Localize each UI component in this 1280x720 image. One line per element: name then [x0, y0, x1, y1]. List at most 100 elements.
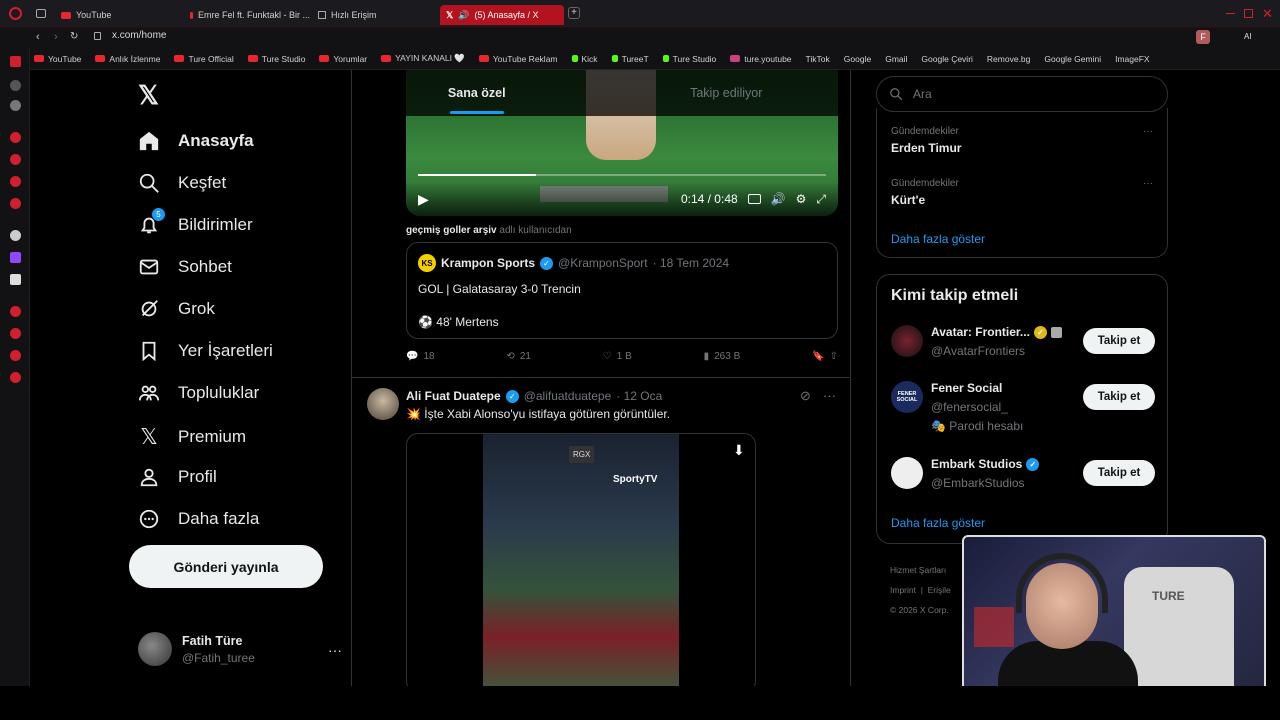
bookmark-google-gemini[interactable]: Google Gemini	[1044, 54, 1101, 64]
play-icon[interactable]: ▶	[418, 191, 429, 208]
nav-notifications[interactable]: 5 Bildirimler	[138, 208, 253, 236]
avatar[interactable]	[891, 325, 923, 357]
x-app-icon[interactable]	[10, 274, 21, 285]
follow-button[interactable]: Takip et	[1083, 384, 1155, 410]
nav-messages[interactable]: Sohbet	[138, 256, 232, 278]
avatar[interactable]: FENER SOCIAL	[891, 381, 923, 413]
history-icon[interactable]	[10, 328, 21, 339]
red-app-icon[interactable]	[10, 306, 21, 317]
search-bar[interactable]	[876, 76, 1168, 112]
nav-home[interactable]: Anasayfa	[138, 130, 254, 152]
bookmark-button[interactable]: 🔖 ⇧	[812, 351, 838, 362]
follow-button[interactable]: Takip et	[1083, 460, 1155, 486]
fullscreen-icon[interactable]: ⤢	[816, 192, 826, 207]
tab-speed-dial[interactable]: Hızlı Erişim	[312, 5, 434, 25]
reply-button[interactable]: 💬 18	[406, 351, 435, 362]
bookmark-ture-studio-kick[interactable]: Ture Studio	[662, 54, 716, 64]
grok-icon[interactable]: ⊘	[800, 388, 811, 404]
follow-button[interactable]: Takip et	[1083, 328, 1155, 354]
avatar[interactable]	[367, 388, 399, 420]
video-thumbnail[interactable]: RGX SportyTV	[483, 434, 679, 686]
avatar[interactable]	[891, 457, 923, 489]
maximize-icon[interactable]	[1244, 9, 1253, 18]
red-app-icon[interactable]	[10, 132, 21, 143]
tab-search-icon[interactable]	[36, 9, 46, 18]
red-app-icon[interactable]	[10, 198, 21, 209]
nav-communities[interactable]: Topluluklar	[138, 382, 259, 404]
bookmark-removebg[interactable]: Remove.bg	[987, 54, 1030, 64]
like-button[interactable]: ♡ 1 B	[603, 351, 632, 362]
bookmark-yayin-kanali[interactable]: YAYIN KANALI 🤍	[381, 53, 465, 64]
bookmark-tiktok[interactable]: TikTok	[806, 54, 830, 64]
bookmark-yorumlar[interactable]: Yorumlar	[319, 54, 367, 64]
repost-button[interactable]: ⟲ 21	[506, 351, 531, 362]
show-more-link[interactable]: Daha fazla göster	[891, 232, 985, 246]
trend-item[interactable]: Gündemdekiler ··· Erden Timur	[891, 126, 1153, 155]
close-window-icon[interactable]: ✕	[1262, 6, 1273, 22]
bookmark-gmail[interactable]: Gmail	[885, 54, 907, 64]
bookmark-google[interactable]: Google	[844, 54, 871, 64]
tab-following[interactable]: Takip ediliyor	[602, 70, 851, 116]
minimize-icon[interactable]	[1226, 13, 1235, 14]
views-button[interactable]: ▮ 263 B	[704, 351, 741, 362]
nav-grok[interactable]: Grok	[138, 298, 215, 320]
tab-youtube[interactable]: YouTube	[55, 5, 180, 25]
nav-premium[interactable]: 𝕏 Premium	[138, 424, 246, 450]
bookmark-ture-youtube[interactable]: ture.youtube	[730, 54, 792, 64]
home-icon[interactable]	[10, 56, 21, 67]
post-button[interactable]: Gönderi yayınla	[129, 545, 323, 588]
back-icon[interactable]: ‹	[36, 31, 40, 43]
url-field[interactable]: x.com/home	[112, 30, 166, 41]
trend-item[interactable]: Gündemdekiler ··· Kürt'e	[891, 178, 1153, 207]
more-icon[interactable]: ···	[1143, 126, 1153, 137]
x-logo[interactable]: 𝕏	[138, 80, 159, 111]
bookmark-youtube-reklam[interactable]: YouTube Reklam	[478, 54, 558, 64]
video-progress[interactable]	[418, 174, 826, 176]
tab-emre-fel[interactable]: Emre Fel ft. Funktakl - Bir ...	[184, 5, 310, 25]
bookmark-tureet[interactable]: TureeT	[611, 54, 649, 64]
bookmark-ture-official[interactable]: Ture Official	[174, 54, 234, 64]
bookmark-youtube[interactable]: YouTube	[34, 54, 81, 64]
new-tab-button[interactable]: +	[568, 7, 580, 19]
avatar[interactable]: KS	[418, 254, 436, 272]
opera-logo-icon[interactable]	[9, 7, 22, 20]
nav-profile[interactable]: Profil	[138, 466, 217, 488]
twitch-icon[interactable]	[10, 252, 21, 263]
bookmark-anlik-izlenme[interactable]: Anlık İzlenme	[95, 54, 160, 64]
red-app-icon[interactable]	[10, 154, 21, 165]
settings-icon[interactable]	[10, 372, 21, 383]
red-app-icon[interactable]	[10, 350, 21, 361]
show-more-link[interactable]: Daha fazla göster	[891, 516, 985, 530]
nav-explore[interactable]: Keşfet	[138, 172, 226, 194]
download-icon[interactable]: ⬇	[733, 442, 745, 459]
search-input[interactable]	[913, 87, 1068, 101]
settings-icon[interactable]: ⚙	[796, 192, 807, 206]
headphones-icon	[1016, 553, 1108, 613]
captions-icon[interactable]	[747, 194, 761, 204]
app-icon[interactable]	[10, 100, 21, 111]
account-switcher[interactable]: Fatih Türe @Fatih_turee ···	[138, 632, 342, 666]
browser-tabbar: YouTube Emre Fel ft. Funktakl - Bir ... …	[0, 0, 1280, 28]
ai-button[interactable]: AI	[1244, 32, 1252, 41]
bookmark-ture-studio[interactable]: Ture Studio	[247, 54, 305, 64]
bookmark-imagefx[interactable]: ImageFX	[1115, 54, 1150, 64]
quoted-post[interactable]: KS Krampon Sports ✓ @KramponSport · 18 T…	[406, 242, 838, 339]
more-icon[interactable]: ···	[1143, 178, 1153, 189]
post-media[interactable]: RGX SportyTV ⬇	[406, 433, 756, 686]
volume-icon[interactable]: 🔊	[771, 192, 786, 206]
nav-more[interactable]: Daha fazla	[138, 508, 259, 530]
tab-x-home[interactable]: 𝕏 🔊 (5) Anasayfa / X	[440, 5, 564, 25]
bookmark-google-ceviri[interactable]: Google Çeviri	[921, 54, 973, 64]
profile-avatar[interactable]: F	[1196, 30, 1210, 44]
messenger-icon[interactable]	[10, 80, 21, 91]
red-app-icon[interactable]	[10, 176, 21, 187]
chatgpt-icon[interactable]	[10, 230, 21, 241]
speaker-icon[interactable]: 🔊	[458, 10, 469, 21]
more-icon[interactable]: ···	[823, 388, 836, 404]
more-icon[interactable]: ···	[328, 642, 342, 658]
bookmark-kick[interactable]: Kick	[571, 54, 598, 64]
tab-for-you[interactable]: Sana özel	[352, 70, 602, 116]
forward-icon[interactable]: ›	[54, 31, 58, 43]
reload-icon[interactable]: ↻	[70, 31, 78, 42]
nav-bookmarks[interactable]: Yer İşaretleri	[138, 340, 273, 362]
